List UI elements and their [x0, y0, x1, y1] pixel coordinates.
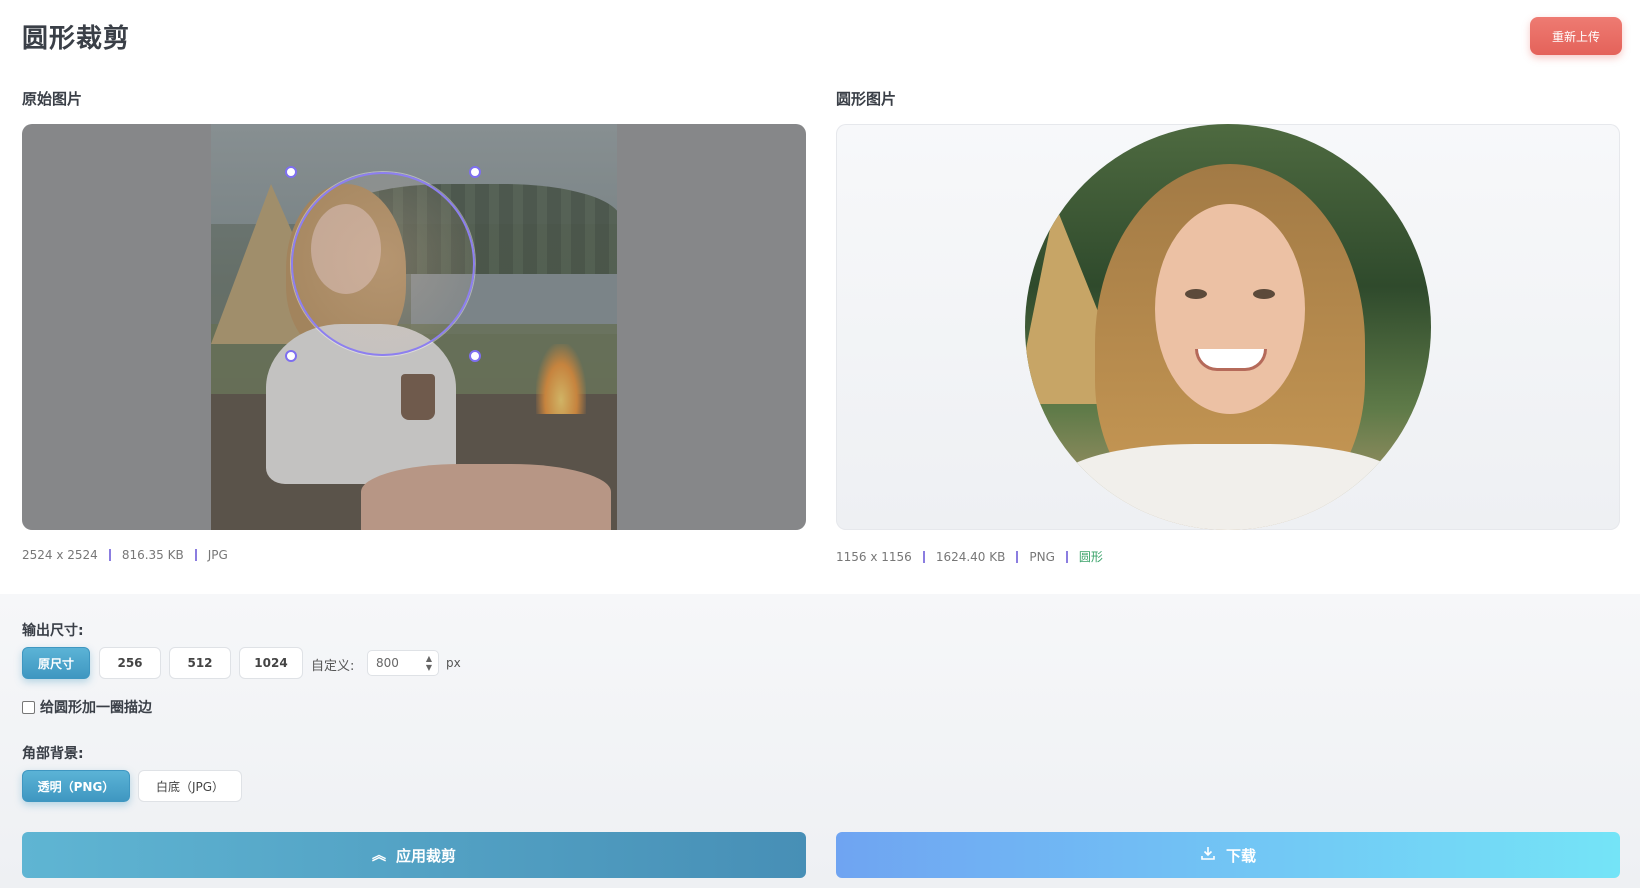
- corner-bg-transparent-button[interactable]: 透明（PNG）: [22, 770, 130, 802]
- size-option-original[interactable]: 原尺寸: [22, 647, 90, 679]
- corner-bg-white-button[interactable]: 白底（JPG）: [138, 770, 242, 802]
- apply-crop-label: 应用裁剪: [395, 846, 456, 865]
- stroke-label: 给圆形加一圈描边: [40, 700, 152, 716]
- crop-handle-top-left[interactable]: [285, 166, 297, 178]
- crop-circle[interactable]: [291, 172, 475, 356]
- spinner-arrows-icon[interactable]: ▲ ▼: [426, 654, 432, 672]
- download-button[interactable]: 下载: [836, 832, 1620, 878]
- result-size: 1624.40 KB: [935, 549, 1006, 564]
- custom-size-input[interactable]: 800 ▲ ▼: [367, 650, 439, 676]
- separator: [108, 549, 111, 561]
- custom-size-unit: px: [446, 656, 461, 670]
- original-size: 816.35 KB: [121, 548, 184, 562]
- original-image-panel[interactable]: [22, 124, 806, 530]
- page-title: 圆形裁剪: [22, 24, 131, 54]
- download-label: 下载: [1225, 846, 1256, 865]
- original-meta: 2524 x 2524 816.35 KB JPG: [22, 548, 228, 562]
- crop-handle-top-right[interactable]: [469, 166, 481, 178]
- result-dimensions: 1156 x 1156: [836, 549, 912, 564]
- apply-crop-button[interactable]: ︽ 应用裁剪: [22, 832, 806, 878]
- size-option-512[interactable]: 512: [169, 647, 231, 679]
- custom-size-label: 自定义:: [311, 659, 355, 674]
- download-icon: [1200, 845, 1216, 865]
- output-size-label: 输出尺寸:: [22, 623, 84, 639]
- original-format: JPG: [207, 548, 228, 562]
- stroke-option[interactable]: 给圆形加一圈描边: [22, 697, 152, 717]
- result-meta: 1156 x 1156 1624.40 KB PNG 圆形: [836, 548, 1103, 565]
- reupload-button[interactable]: 重新上传: [1530, 17, 1622, 55]
- stroke-checkbox[interactable]: [22, 700, 35, 714]
- crop-handle-bottom-right[interactable]: [469, 350, 481, 362]
- custom-size-value: 800: [376, 656, 399, 670]
- result-image-label: 圆形图片: [836, 90, 897, 108]
- separator: [1065, 550, 1068, 563]
- result-image-panel: [836, 124, 1620, 530]
- size-option-1024[interactable]: 1024: [239, 647, 303, 679]
- original-image-label: 原始图片: [22, 90, 83, 108]
- separator: [922, 550, 925, 563]
- result-format: PNG: [1029, 549, 1055, 564]
- size-option-256[interactable]: 256: [99, 647, 161, 679]
- corner-bg-label: 角部背景:: [22, 746, 84, 762]
- result-shape: 圆形: [1078, 550, 1103, 564]
- original-dimensions: 2524 x 2524: [22, 548, 98, 562]
- chevron-double-up-icon: ︽: [371, 848, 386, 864]
- result-circle-image: [1025, 124, 1431, 530]
- crop-handle-bottom-left[interactable]: [285, 350, 297, 362]
- separator: [194, 549, 197, 561]
- separator: [1016, 550, 1019, 563]
